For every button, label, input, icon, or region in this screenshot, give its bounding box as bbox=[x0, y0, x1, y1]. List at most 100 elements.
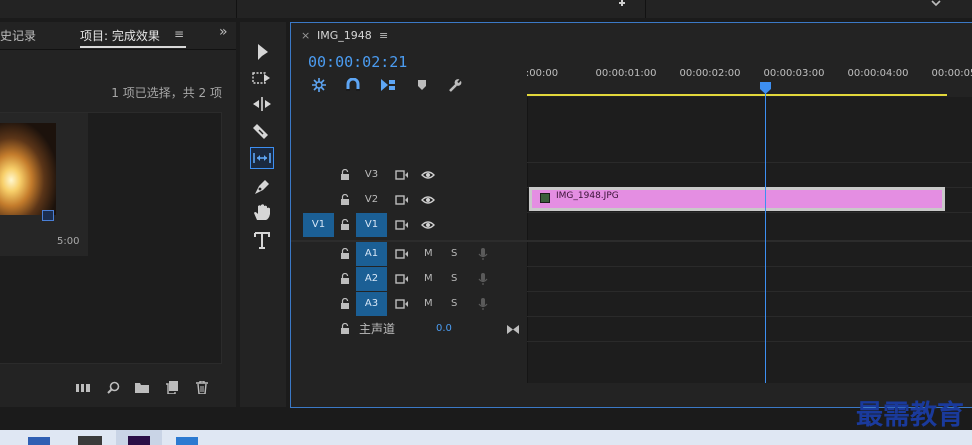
lock-icon[interactable] bbox=[340, 219, 350, 231]
trash-icon[interactable] bbox=[196, 381, 208, 394]
snap-magnet-icon[interactable] bbox=[346, 78, 360, 92]
playhead-handle[interactable] bbox=[760, 82, 771, 94]
lock-icon[interactable] bbox=[340, 273, 350, 285]
new-bin-icon[interactable] bbox=[135, 382, 149, 393]
microphone-icon[interactable] bbox=[478, 297, 488, 311]
top-toolbar-strip bbox=[0, 0, 972, 18]
app-icon[interactable] bbox=[78, 436, 102, 445]
row-divider bbox=[527, 291, 972, 292]
track-row-v3: V3 bbox=[291, 163, 527, 187]
track-name-a2[interactable]: A2 bbox=[356, 267, 387, 291]
track-row-a1: A1 M S bbox=[291, 242, 527, 266]
media-thumbnail-card[interactable]: 5:00 bbox=[0, 113, 88, 256]
ruler-tick-label: 00:00:05:00 bbox=[931, 68, 972, 79]
toggle-sync-lock-icon[interactable] bbox=[395, 274, 409, 284]
tab-project[interactable]: 项目: 完成效果 bbox=[80, 27, 160, 44]
ruler-tick-label: 00:00:03:00 bbox=[763, 68, 825, 79]
row-divider bbox=[527, 316, 972, 317]
toggle-sync-lock-icon[interactable] bbox=[395, 195, 409, 205]
clip-label: IMG_1948.JPG bbox=[556, 191, 619, 201]
toggle-sync-lock-icon[interactable] bbox=[395, 249, 409, 259]
track-select-tool-icon[interactable] bbox=[250, 67, 274, 89]
hand-tool-icon[interactable] bbox=[250, 201, 274, 223]
active-tab-indicator bbox=[80, 46, 186, 48]
track-name-a3[interactable]: A3 bbox=[356, 292, 387, 316]
clip-img-1948[interactable]: IMG_1948.JPG bbox=[529, 187, 945, 211]
toggle-sync-lock-icon[interactable] bbox=[395, 299, 409, 309]
eye-icon[interactable] bbox=[421, 170, 435, 180]
microphone-icon[interactable] bbox=[478, 247, 488, 261]
row-divider bbox=[527, 341, 972, 342]
go-to-end-icon[interactable] bbox=[507, 325, 519, 334]
track-name-v3[interactable]: V3 bbox=[356, 163, 387, 187]
watermark-logo: 最需教育 bbox=[856, 400, 964, 431]
source-patch-v1[interactable]: V1 bbox=[303, 213, 334, 237]
chevron-down-icon[interactable] bbox=[930, 0, 942, 8]
razor-tool-icon[interactable] bbox=[250, 119, 274, 141]
slip-tool-button[interactable] bbox=[250, 147, 274, 169]
add-icon[interactable] bbox=[616, 0, 628, 8]
thumbnail-duration: 5:00 bbox=[57, 236, 80, 247]
lock-icon[interactable] bbox=[340, 298, 350, 310]
playhead-timecode[interactable]: 00:00:02:21 bbox=[308, 53, 407, 71]
master-track-label: 主声道 bbox=[359, 322, 396, 336]
lock-icon[interactable] bbox=[340, 169, 350, 181]
time-ruler[interactable]: :00:00 00:00:01:00 00:00:02:00 00:00:03:00 0… bbox=[525, 63, 972, 97]
sequence-menu-icon[interactable]: ≡ bbox=[379, 29, 388, 42]
row-divider bbox=[527, 266, 972, 267]
nest-toggle-icon[interactable] bbox=[311, 77, 327, 93]
selection-tool-icon[interactable] bbox=[250, 41, 274, 63]
mute-button-a2[interactable]: M bbox=[424, 267, 433, 291]
bin-area[interactable]: 5:00 bbox=[0, 112, 222, 364]
microphone-icon[interactable] bbox=[478, 272, 488, 286]
track-name-a1[interactable]: A1 bbox=[356, 242, 387, 266]
master-volume-value[interactable]: 0.0 bbox=[436, 317, 452, 341]
solo-button-a1[interactable]: S bbox=[451, 242, 457, 266]
eye-icon[interactable] bbox=[421, 195, 435, 205]
track-name-v2[interactable]: V2 bbox=[356, 188, 387, 212]
eye-icon[interactable] bbox=[421, 220, 435, 230]
tools-panel bbox=[240, 22, 286, 407]
close-sequence-icon[interactable]: × bbox=[301, 29, 310, 42]
track-row-v2: V2 bbox=[291, 188, 527, 212]
tab-history[interactable]: 史记录 bbox=[0, 27, 36, 44]
sequence-badge-icon bbox=[42, 210, 54, 221]
word-app-icon[interactable] bbox=[28, 437, 50, 445]
slip-tool-icon bbox=[253, 153, 271, 163]
mute-button-a3[interactable]: M bbox=[424, 292, 433, 316]
type-tool-icon[interactable] bbox=[250, 229, 274, 251]
track-row-a3: A3 M S bbox=[291, 292, 527, 316]
work-area-bar[interactable] bbox=[527, 94, 947, 96]
premiere-taskbar-button[interactable] bbox=[116, 430, 162, 445]
ruler-tick-label: :00:00 bbox=[525, 68, 559, 79]
search-icon[interactable] bbox=[107, 381, 120, 394]
ruler-tick-label: 00:00:04:00 bbox=[847, 68, 909, 79]
lock-icon[interactable] bbox=[340, 194, 350, 206]
new-item-icon[interactable] bbox=[166, 381, 178, 394]
app-icon[interactable] bbox=[176, 437, 198, 445]
expand-panels-icon[interactable]: » bbox=[219, 24, 228, 40]
premiere-app-icon bbox=[128, 436, 150, 445]
timeline-panel: × IMG_1948 ≡ 00:00:02:21 :00:00 00:00:01:… bbox=[290, 22, 972, 408]
sunset-thumbnail-image bbox=[0, 123, 56, 215]
wrench-settings-icon[interactable] bbox=[448, 78, 462, 92]
tab-menu-icon[interactable]: ≡ bbox=[174, 27, 184, 41]
add-marker-icon[interactable] bbox=[417, 79, 427, 91]
toggle-sync-lock-icon[interactable] bbox=[395, 220, 409, 230]
playhead-line[interactable] bbox=[765, 87, 766, 383]
lock-icon[interactable] bbox=[340, 323, 350, 335]
ripple-edit-tool-icon[interactable] bbox=[250, 93, 274, 115]
toggle-sync-lock-icon[interactable] bbox=[395, 170, 409, 180]
mute-button-a1[interactable]: M bbox=[424, 242, 433, 266]
linked-selection-icon[interactable] bbox=[380, 78, 396, 92]
track-area: V3 V2 V1 V1 A1 M S A2 M S A3 M S 主声道 0.0… bbox=[291, 97, 972, 383]
free-form-view-icon[interactable] bbox=[76, 383, 91, 393]
track-name-v1[interactable]: V1 bbox=[356, 213, 387, 237]
lock-icon[interactable] bbox=[340, 248, 350, 260]
pen-tool-icon[interactable] bbox=[250, 175, 274, 197]
solo-button-a3[interactable]: S bbox=[451, 292, 457, 316]
image-clip-icon bbox=[540, 193, 550, 203]
track-row-master: 主声道 0.0 bbox=[291, 317, 527, 341]
solo-button-a2[interactable]: S bbox=[451, 267, 457, 291]
row-divider bbox=[527, 212, 972, 213]
